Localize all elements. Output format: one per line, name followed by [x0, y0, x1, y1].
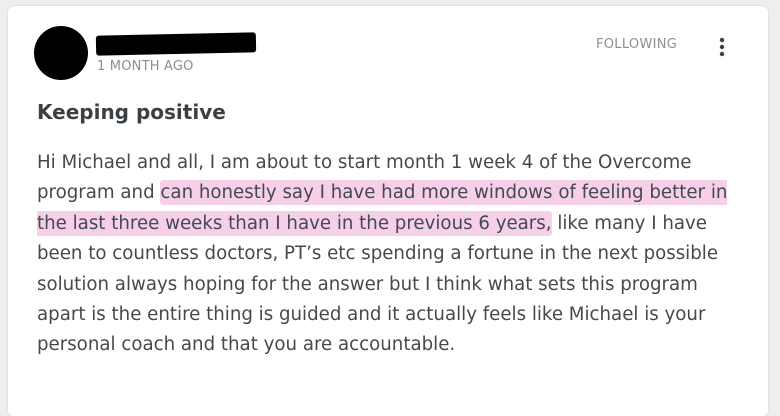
post-card: redacted 1 MONTH AGO FOLLOWING Keeping p… [8, 6, 768, 416]
following-button[interactable]: FOLLOWING [596, 37, 677, 52]
post-body: Hi Michael and all, I am about to start … [37, 148, 749, 361]
post-title: Keeping positive [37, 100, 226, 124]
avatar[interactable] [34, 26, 88, 80]
post-timestamp: 1 MONTH AGO [97, 59, 194, 74]
author-name-redacted[interactable]: redacted [95, 32, 257, 56]
more-vertical-icon[interactable] [714, 36, 730, 58]
